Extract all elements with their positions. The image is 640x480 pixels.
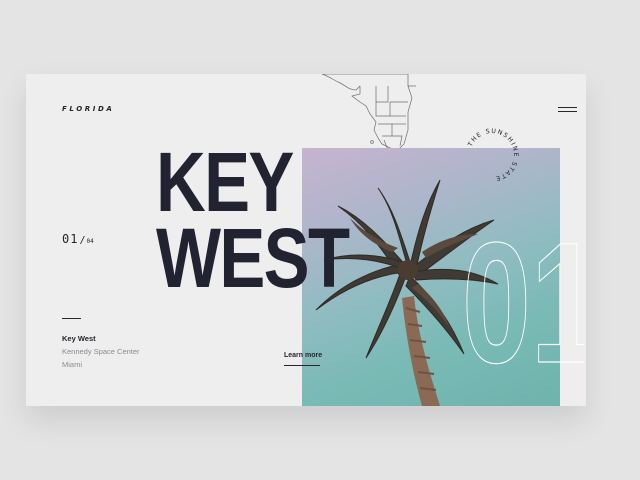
place-item-key-west[interactable]: Key West [62,332,140,345]
hamburger-menu-icon[interactable] [558,106,577,114]
circular-text-badge: THE SUNSHINE STATE [467,128,519,182]
slide-counter: 01/04 [62,228,94,247]
hero-card: FLORIDA 0 KEY WEST THE SUNSHINE STATE 01… [26,74,586,406]
title-line-2: WEST [156,211,350,305]
svg-text:THE SUNSHINE STATE: THE SUNSHINE STATE [467,128,519,182]
learn-more-link[interactable]: Learn more [284,352,322,359]
slide-outline-number: 01 [462,222,584,372]
slide-current: 01 [62,232,79,246]
slide-total: 04 [86,238,94,245]
outline-number-text: 01 [462,222,584,372]
slide-separator: / [79,235,86,246]
badge-text: THE SUNSHINE STATE [467,128,518,182]
brand-logo[interactable]: FLORIDA [62,105,114,113]
place-item-kennedy-space-center[interactable]: Kennedy Space Center [62,345,140,358]
places-list: Key West Kennedy Space Center Miami [62,332,140,371]
place-item-miami[interactable]: Miami [62,358,140,371]
section-divider [62,318,81,320]
title-line-1: KEY [156,135,294,229]
hero-title: KEY WEST [156,135,350,305]
learn-more-underline [284,365,320,366]
